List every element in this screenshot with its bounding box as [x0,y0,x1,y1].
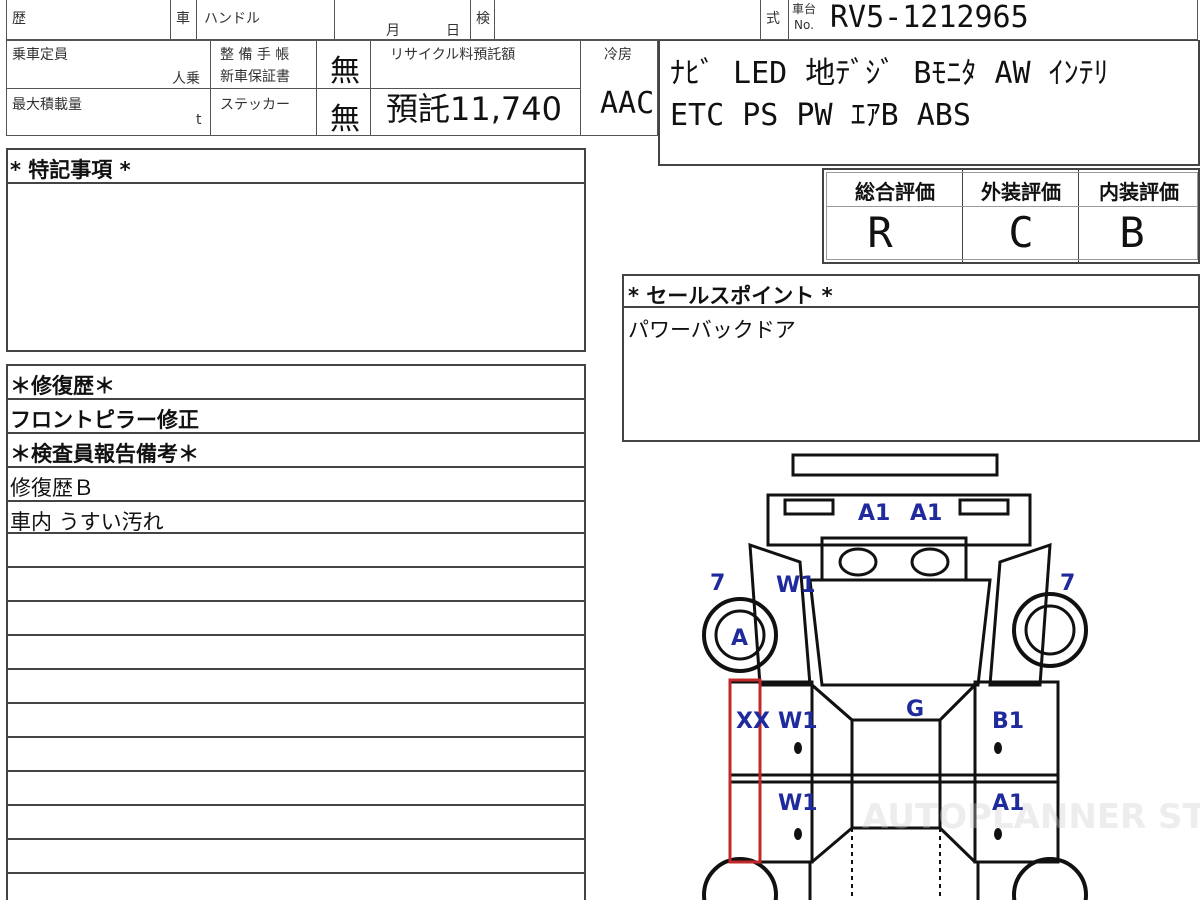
repair-row-line [6,532,584,534]
mark-seven-right: 7 [1060,571,1075,596]
aircon-label: 冷房 [604,47,632,63]
equipment-line-1: ﾅﾋﾞ LED 地ﾃﾞｼﾞ Bﾓﾆﾀ AW ｲﾝﾃﾘ [670,56,1109,91]
day-label: 日 [446,23,460,39]
header-divider [196,0,197,40]
repair-row-line [6,736,584,738]
mirror-right [910,547,950,577]
mark-b1: B1 [992,709,1024,734]
header-divider [494,0,495,40]
repair-row-line [6,566,584,568]
warranty-label: 新車保証書 [220,69,290,85]
headlight-right [958,498,1010,516]
overall-score-label: 総合評価 [855,180,935,204]
history-label: 歴 [12,11,26,27]
repair-row-line [6,668,584,670]
damage-dot [794,742,802,754]
car-damage-diagram: AUTOPLANNER STUDIO PRO A1 A1 7 W1 7 A G … [702,453,1200,900]
repair-row-line [6,398,584,400]
recycle-value: 預託11,740 [386,90,562,128]
header-divider [334,0,335,40]
mark-a1-right: A1 [910,501,942,526]
mirror-left [838,547,878,577]
front-bumper [791,453,999,477]
interior-score-value: B [1119,208,1145,257]
equipment-line-2: ETC PS PW ｴｱB ABS [670,98,971,133]
mark-w1-top: W1 [776,573,816,598]
chassis-label-no: No. [794,18,814,32]
chassis-label-top: 車台 [792,2,817,16]
recycle-label: リサイクル料預託額 [390,47,516,63]
headlight-left [783,498,835,516]
interior-score-label: 内装評価 [1099,180,1179,204]
car-label: 車 [176,11,190,27]
capacity-label: 乗車定員 [12,47,68,63]
repair-row-line [6,872,584,874]
repair-row-line [6,500,584,502]
handle-label: ハンドル [204,11,260,27]
spec-divider [210,40,211,136]
watermark: AUTOPLANNER STUDIO PRO [862,797,1200,837]
damage-dot [994,742,1002,754]
repair-row-line [6,600,584,602]
repair-row-line [6,838,584,840]
max-load-label: 最大積載量 [12,97,82,113]
repair-title: ＊修復歴＊ [10,374,115,398]
repair-row-line [6,634,584,636]
mark-a-tire: A [731,626,748,651]
mark-a1-left: A1 [858,501,890,526]
sales-point-title: * セールスポイント * [628,284,833,308]
mark-seven-left: 7 [710,571,725,596]
inspector-title: ＊検査員報告備考＊ [10,442,199,466]
rear-right-tire [1012,857,1088,900]
damage-dot [794,828,802,840]
spec-divider [370,40,371,136]
header-divider [170,0,171,40]
repair-row-line [6,466,584,468]
header-divider [760,0,761,40]
repair-row-line [6,770,584,772]
rear-left-tire [702,857,778,900]
maintenance-value: 無 [330,54,360,89]
aircon-value: AAC [600,86,655,121]
spec-divider [580,40,581,136]
roof-front [808,578,992,687]
repair-text: フロントピラー修正 [10,408,199,432]
mark-w1-low: W1 [778,791,818,816]
maintenance-label: 整 備 手 帳 [220,47,290,63]
exterior-score-value: C [1008,208,1034,257]
special-notes-title: * 特記事項 * [10,158,131,182]
repair-highlight [728,678,762,864]
chassis-number: RV5-1212965 [830,0,1029,35]
repair-row-line [6,804,584,806]
month-label: 月 [386,23,400,39]
sticker-label: ステッカー [220,97,290,113]
model-label: 式 [766,11,780,27]
roof-panel [811,683,977,722]
repair-row-line [6,432,584,434]
front-right-tire-inner [1024,604,1076,656]
header-divider [788,0,789,40]
exterior-score-label: 外装評価 [981,180,1061,204]
max-load-unit: t [196,112,202,128]
capacity-unit: 人乗 [172,71,200,87]
mark-a1-low: A1 [992,791,1024,816]
sales-point-text: パワーバックドア [628,318,796,342]
spec-divider [316,40,317,136]
repair-row-line [6,702,584,704]
sticker-value: 無 [330,102,360,137]
inspector-line-1: 修復歴Ｂ [10,476,94,500]
overall-score-value: R [867,208,893,257]
mark-g: G [906,697,924,722]
mark-w1-mid: W1 [778,709,818,734]
mark-xx: XX [736,709,770,734]
inspection-label: 検 [476,11,490,27]
header-divider [470,0,471,40]
